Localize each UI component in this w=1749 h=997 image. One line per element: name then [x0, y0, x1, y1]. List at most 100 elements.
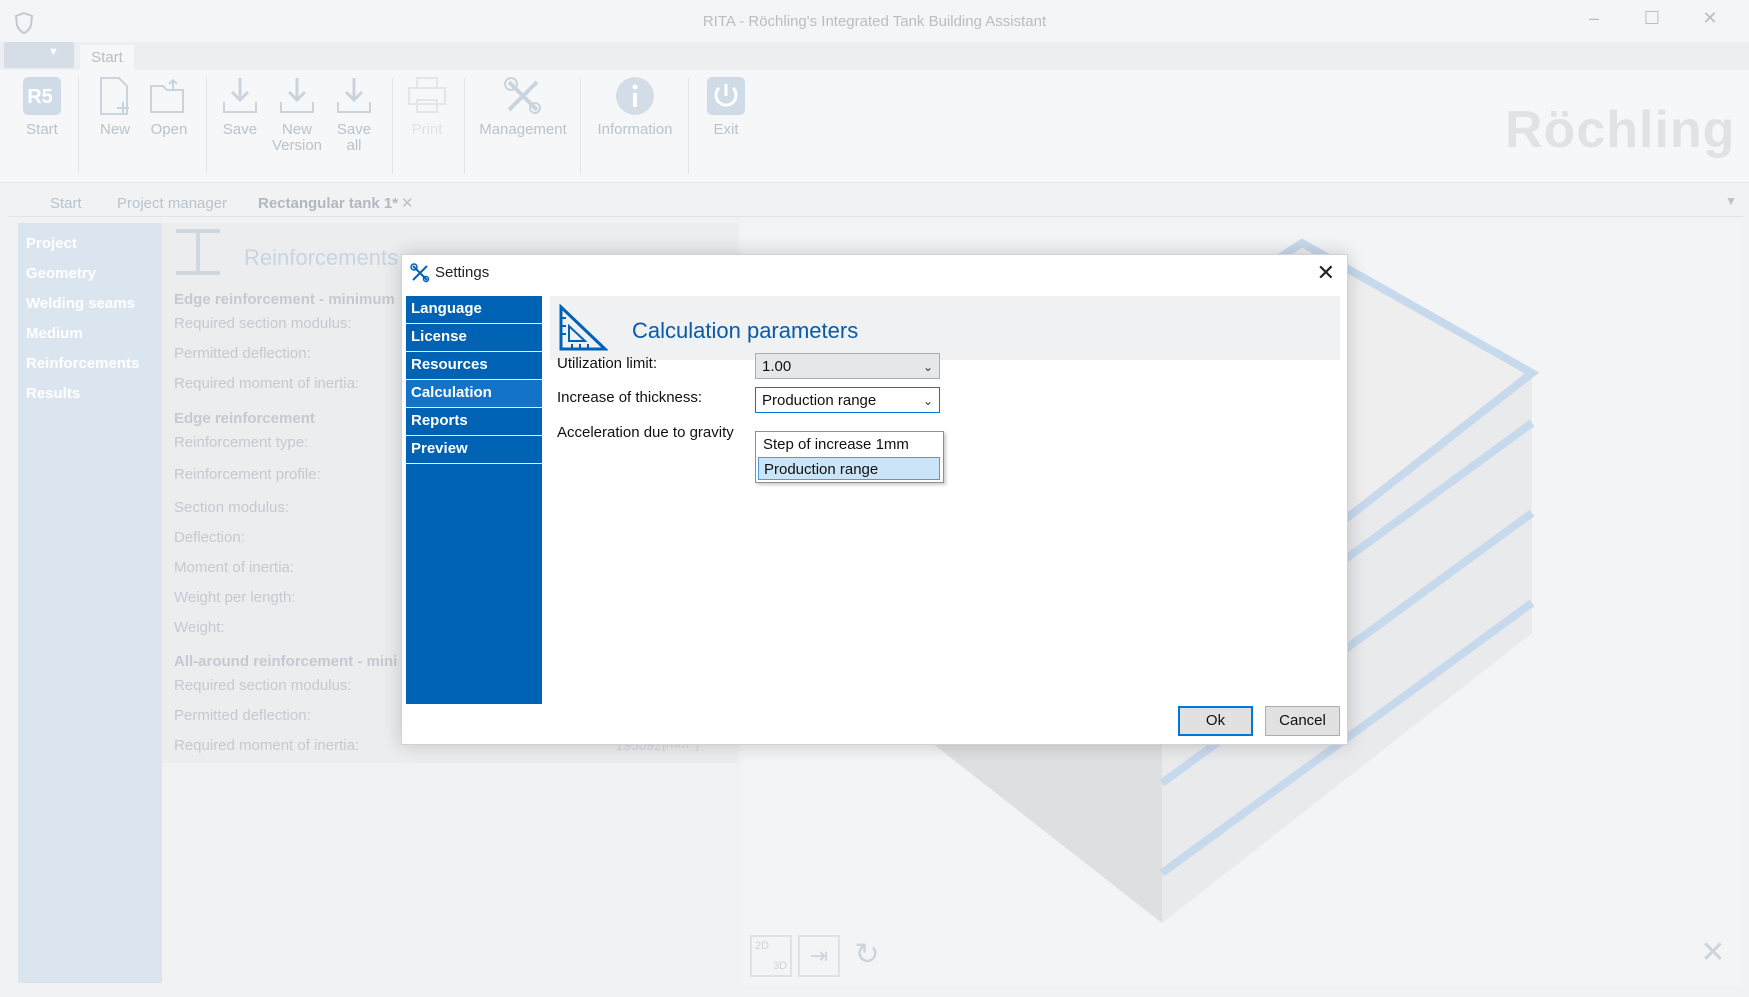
sidebar-item-reinforcements[interactable]: Reinforcements [18, 349, 162, 379]
field-label: Weight per length: [174, 589, 296, 606]
save-label: Save [222, 121, 258, 138]
doc-tab-project-manager[interactable]: Project manager [117, 195, 227, 212]
brand-logo: Röchling [1505, 101, 1736, 159]
set-square-icon [559, 304, 608, 351]
save-all-label-1: Save [336, 121, 372, 138]
save-all-button[interactable]: Save all [332, 76, 376, 154]
print-label: Print [411, 121, 443, 138]
toggle-2d-3d-button[interactable]: 2D 3D [750, 935, 792, 977]
exit-label: Exit [713, 121, 739, 138]
sidebar-item-medium[interactable]: Medium [18, 319, 162, 349]
info-icon [616, 77, 654, 115]
export-view-button[interactable]: ⇥ [798, 935, 840, 977]
r5-badge-text: R5 [27, 86, 53, 108]
ribbon-separator [78, 78, 79, 174]
increase-thickness-value: Production range [762, 392, 877, 409]
viewport-tools-icon[interactable]: ✕ [1692, 935, 1734, 977]
open-folder-icon [150, 78, 184, 113]
new-version-icon [280, 78, 314, 113]
ok-button[interactable]: Ok [1178, 706, 1253, 736]
field-label: Required moment of inertia: [174, 737, 360, 754]
field-label: Reinforcement type: [174, 434, 309, 451]
new-version-label-1: New [281, 121, 312, 138]
minimize-icon[interactable]: – [1579, 8, 1609, 32]
document-tab-bar: Start Project manager Rectangular tank 1… [8, 190, 1743, 217]
sidebar-item-project[interactable]: Project [18, 229, 162, 259]
open-button[interactable]: Open [146, 76, 192, 138]
settings-nav-preview[interactable]: Preview [406, 436, 542, 464]
new-label: New [99, 121, 130, 138]
chevron-down-icon: ⌄ [922, 360, 933, 374]
close-window-icon[interactable]: ✕ [1695, 8, 1725, 32]
increase-thickness-select[interactable]: Production range ⌄ [755, 387, 940, 413]
field-label: Weight: [174, 619, 225, 636]
title-bar: RITA - Röchling's Integrated Tank Buildi… [0, 0, 1749, 42]
utilization-limit-select[interactable]: 1.00 ⌄ [755, 353, 940, 379]
sidebar-item-geometry[interactable]: Geometry [18, 259, 162, 289]
field-label: Permitted deflection: [174, 707, 311, 724]
field-label: Reinforcement profile: [174, 466, 321, 483]
dropdown-option-selected[interactable]: Production range [758, 457, 940, 480]
section-title: Calculation parameters [632, 318, 859, 343]
settings-nav-resources[interactable]: Resources [406, 352, 542, 380]
start-label: Start [26, 121, 58, 138]
reset-view-button[interactable]: ↻ [846, 935, 888, 977]
settings-nav-reports[interactable]: Reports [406, 408, 542, 436]
field-label: Moment of inertia: [174, 559, 295, 576]
section-header: Calculation parameters [550, 296, 1340, 360]
field-label: Section modulus: [174, 499, 290, 516]
label-3d: 3D [772, 960, 787, 972]
dialog-title: Settings [435, 264, 490, 281]
exit-button[interactable]: Exit [704, 76, 748, 138]
page-title: Reinforcements [244, 245, 399, 270]
start-button[interactable]: R5 Start [20, 76, 64, 138]
ribbon-separator [206, 78, 207, 174]
field-label: Permitted deflection: [174, 345, 311, 362]
close-icon[interactable]: ✕ [1317, 260, 1335, 286]
chevron-down-icon: ▼ [48, 46, 59, 58]
section-heading: All-around reinforcement - mini [174, 653, 398, 670]
open-label: Open [150, 121, 188, 138]
information-label: Information [597, 121, 673, 138]
sidebar-item-results[interactable]: Results [18, 379, 162, 409]
field-label: Required moment of inertia: [174, 375, 360, 392]
cancel-button[interactable]: Cancel [1265, 706, 1340, 736]
close-tab-icon[interactable]: ✕ [401, 194, 414, 212]
settings-nav: Language License Resources Calculation R… [406, 296, 542, 704]
power-icon [707, 77, 745, 115]
project-sidebar: Project Geometry Welding seams Medium Re… [18, 223, 162, 983]
maximize-icon[interactable]: ☐ [1637, 8, 1667, 32]
settings-nav-calculation[interactable]: Calculation [406, 380, 542, 408]
file-menu-button[interactable]: ▼ [4, 42, 74, 68]
doc-tab-start[interactable]: Start [50, 195, 82, 212]
thickness-dropdown-list: Step of increase 1mm Production range [755, 431, 944, 483]
ribbon-separator [464, 78, 465, 174]
save-button[interactable]: Save [218, 76, 262, 138]
section-heading: Edge reinforcement - minimum [174, 291, 395, 308]
ribbon-separator [580, 78, 581, 174]
utilization-limit-label: Utilization limit: [557, 355, 658, 372]
section-heading: Edge reinforcement [174, 410, 315, 427]
doc-tab-rectangular-tank[interactable]: Rectangular tank 1* [258, 195, 398, 212]
field-label: Required section modulus: [174, 677, 352, 694]
tab-start[interactable]: Start [80, 45, 134, 70]
window-title: RITA - Röchling's Integrated Tank Buildi… [702, 13, 1047, 30]
ribbon-separator [392, 78, 393, 174]
save-icon [223, 78, 257, 113]
save-all-icon [337, 78, 371, 113]
printer-icon [408, 77, 446, 113]
settings-nav-license[interactable]: License [406, 324, 542, 352]
new-button[interactable]: New [90, 76, 140, 138]
tab-list-chevron-icon[interactable]: ▼ [1725, 194, 1737, 208]
settings-nav-language[interactable]: Language [406, 296, 542, 324]
information-button[interactable]: Information [592, 76, 678, 138]
sidebar-item-welding-seams[interactable]: Welding seams [18, 289, 162, 319]
label-2d: 2D [755, 940, 770, 952]
dropdown-option[interactable]: Step of increase 1mm [758, 433, 940, 456]
management-button[interactable]: Management [476, 76, 570, 138]
tools-icon [504, 77, 541, 114]
print-button[interactable]: Print [404, 76, 450, 138]
utilization-limit-value: 1.00 [762, 358, 792, 375]
gravity-label: Acceleration due to gravity [557, 424, 734, 441]
new-version-button[interactable]: New Version [270, 76, 324, 154]
